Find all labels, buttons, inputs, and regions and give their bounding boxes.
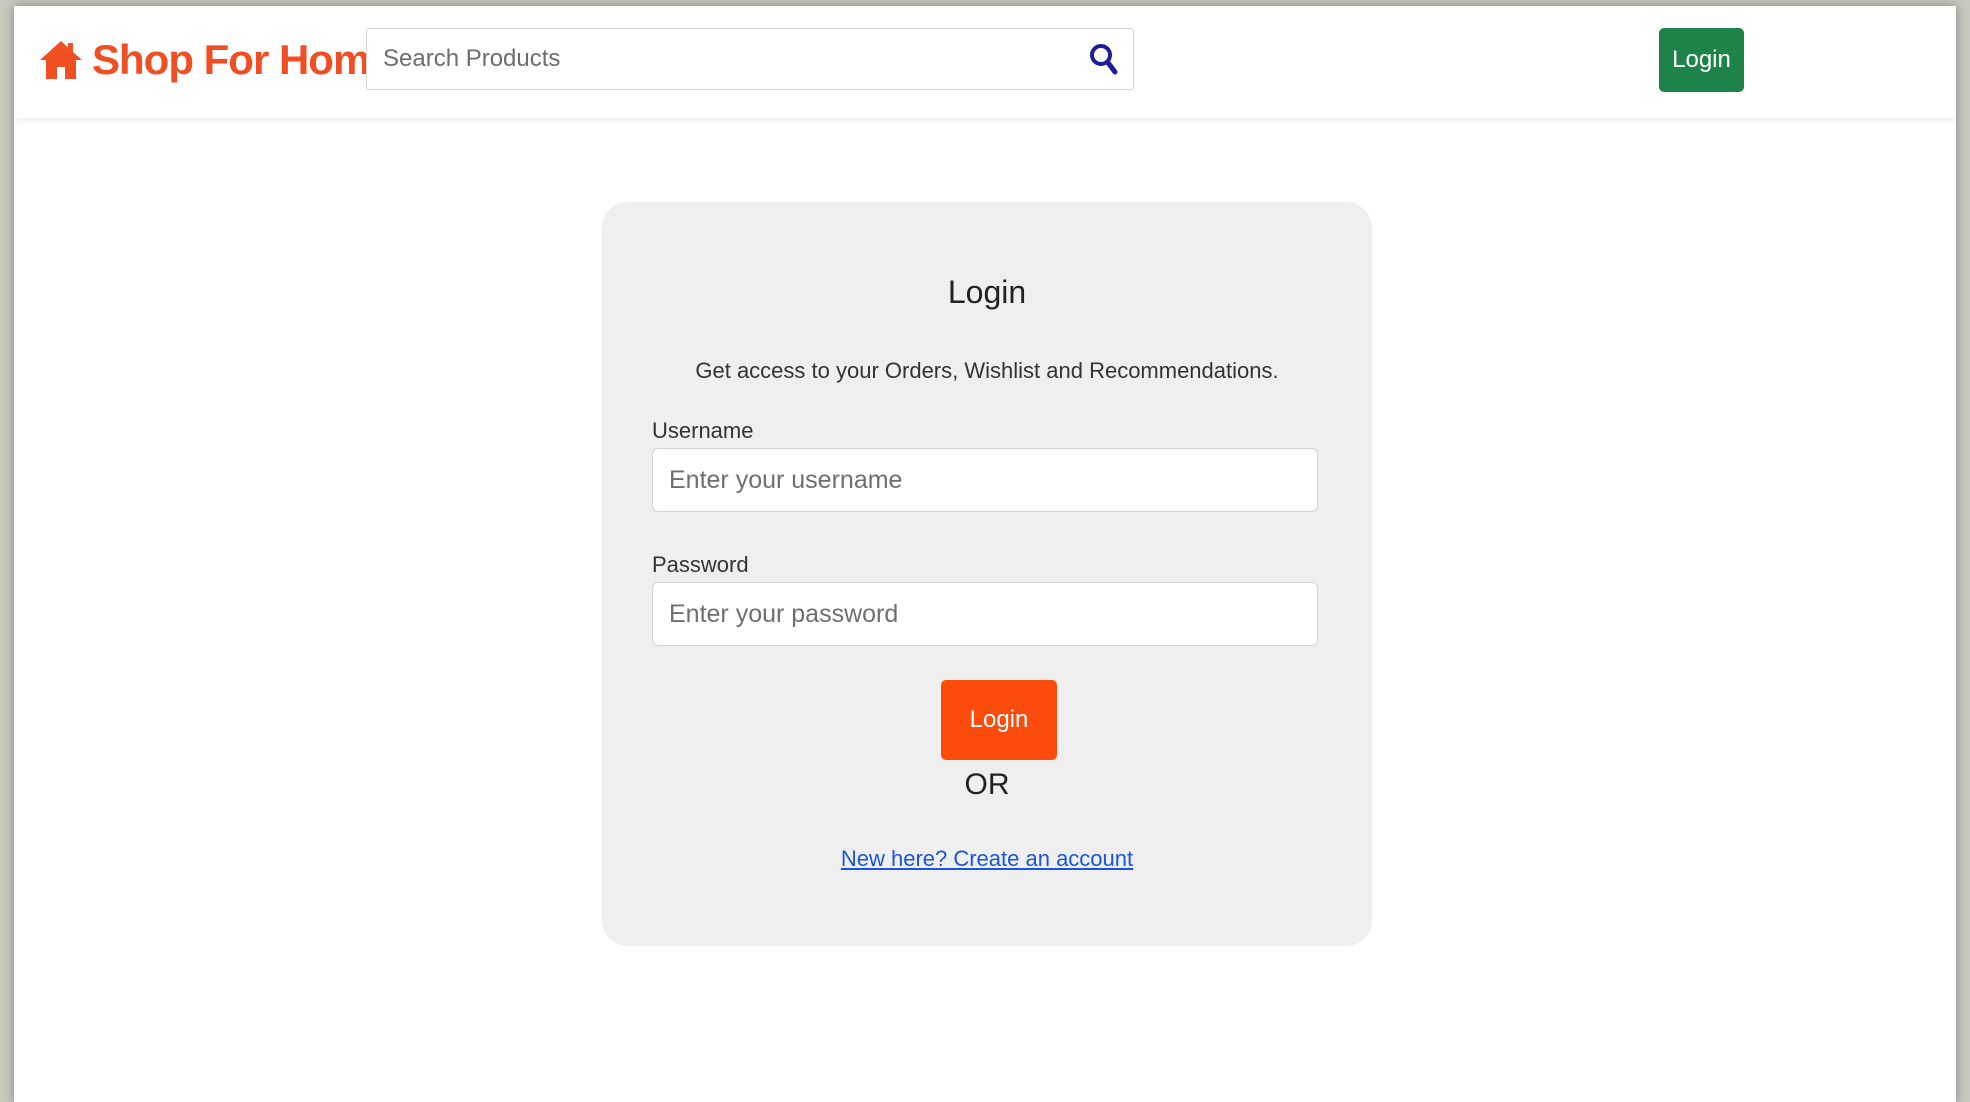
create-account-link[interactable]: New here? Create an account [602, 846, 1372, 872]
password-label: Password [652, 552, 749, 577]
login-title: Login [947, 274, 1027, 310]
username-input[interactable] [652, 448, 1318, 512]
search-button[interactable] [1081, 37, 1127, 81]
search-input[interactable] [367, 29, 1067, 89]
search-bar [366, 28, 1134, 90]
username-label: Username [652, 418, 754, 443]
brand-name: Shop For Home [92, 36, 393, 83]
brand-logo[interactable]: Shop For Home [38, 32, 393, 88]
login-subtitle: Get access to your Orders, Wishlist and … [695, 358, 1279, 383]
browser-viewport: Shop For Home Login Login Get access to … [14, 6, 1956, 1102]
login-card: Login Get access to your Orders, Wishlis… [602, 202, 1372, 946]
login-submit-button[interactable]: Login [941, 680, 1057, 760]
top-navbar: Shop For Home Login [14, 6, 1956, 118]
or-divider-text: OR [964, 768, 1010, 801]
navbar-login-button[interactable]: Login [1659, 28, 1744, 92]
password-input[interactable] [652, 582, 1318, 646]
search-icon [1090, 44, 1118, 75]
home-icon [40, 41, 82, 79]
